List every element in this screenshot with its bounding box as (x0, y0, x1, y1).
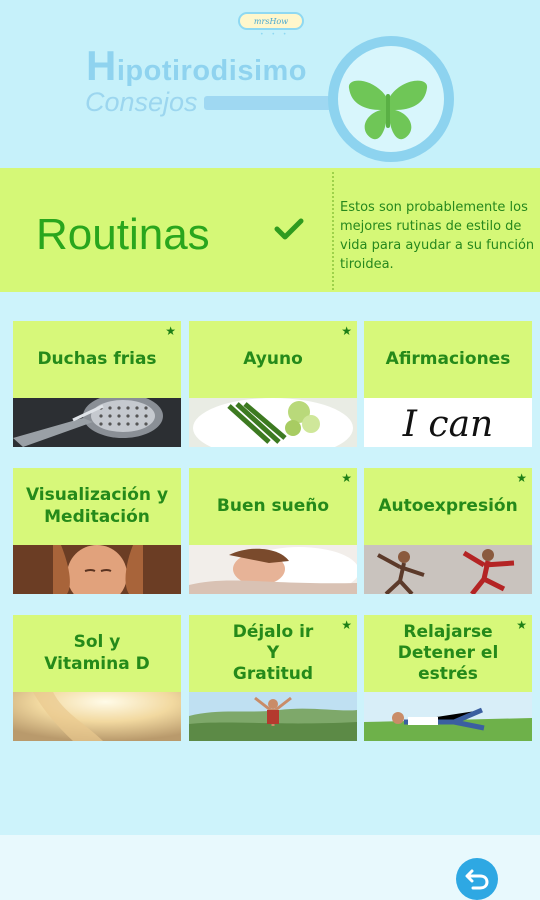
routine-card-title: Afirmaciones (385, 348, 511, 369)
star-icon: ★ (516, 618, 527, 632)
routine-card[interactable]: Duchas frias ★ (13, 321, 181, 447)
dancers-photo (364, 545, 532, 594)
routine-card-title: Sol y Vitamina D (44, 632, 150, 674)
routine-card-title: Déjalo ir Y Gratitud (232, 621, 314, 685)
app-title: Hipotirodisimo (86, 42, 307, 90)
routine-card-label: Buen sueño ★ (189, 468, 357, 545)
brand-logo: mrsHow (238, 12, 304, 30)
sleeping-woman-photo (189, 545, 357, 594)
section-description: Estos son probablemente los mejores ruti… (340, 200, 535, 272)
routine-card-title: Relajarse Detener el estrés (397, 621, 499, 685)
routine-card-title: Buen sueño (216, 495, 330, 516)
routine-card-label: Duchas frias ★ (13, 321, 181, 398)
magnifier-handle (204, 96, 332, 110)
star-icon: ★ (341, 324, 352, 338)
app-subtitle: Consejos (85, 87, 198, 117)
app-title-initial: H (86, 42, 117, 89)
routine-card-label: Sol y Vitamina D (13, 615, 181, 692)
routine-card[interactable]: Déjalo ir Y Gratitud ★ (189, 615, 357, 741)
star-icon: ★ (516, 471, 527, 485)
vegetables-plate-photo (189, 398, 357, 447)
star-icon: ★ (341, 618, 352, 632)
star-icon: ★ (165, 324, 176, 338)
i-can-text-photo: I can (364, 398, 532, 447)
arms-raised-hiker-photo (189, 692, 357, 741)
check-icon (274, 218, 304, 240)
star-icon: ★ (341, 471, 352, 485)
banner-divider (332, 172, 334, 290)
routine-card-title: Ayuno (243, 348, 303, 369)
routine-card-label: Déjalo ir Y Gratitud ★ (189, 615, 357, 692)
back-button[interactable] (456, 858, 498, 900)
routine-card-label: Relajarse Detener el estrés ★ (364, 615, 532, 692)
butterfly-icon (348, 80, 428, 140)
back-arrow-icon (465, 869, 489, 890)
relaxing-on-grass-photo (364, 692, 532, 741)
routine-card[interactable]: Ayuno ★ (189, 321, 357, 447)
routine-card[interactable]: Sol y Vitamina D (13, 615, 181, 741)
routine-card-title: Duchas frias (37, 348, 157, 369)
routine-card[interactable]: Relajarse Detener el estrés ★ (364, 615, 532, 741)
routine-card[interactable]: Buen sueño ★ (189, 468, 357, 594)
routine-card-label: Visualización y Meditación (13, 468, 181, 545)
i-can-text: I can (402, 404, 493, 445)
routine-card[interactable]: Autoexpresión ★ (364, 468, 532, 594)
routine-card[interactable]: Afirmaciones I can (364, 321, 532, 447)
sunlight-photo (13, 692, 181, 741)
routine-card[interactable]: Visualización y Meditación (13, 468, 181, 594)
routine-card-title: Visualización y Meditación (25, 485, 169, 527)
brand-dots: • • • (260, 31, 290, 38)
shower-head-photo (13, 398, 181, 447)
routine-card-label: Afirmaciones (364, 321, 532, 398)
section-title: Routinas (36, 210, 210, 259)
routine-card-label: Autoexpresión ★ (364, 468, 532, 545)
routine-card-title: Autoexpresión (378, 495, 518, 516)
routine-card-label: Ayuno ★ (189, 321, 357, 398)
app-title-rest: ipotirodisimo (116, 55, 308, 87)
meditating-woman-photo (13, 545, 181, 594)
